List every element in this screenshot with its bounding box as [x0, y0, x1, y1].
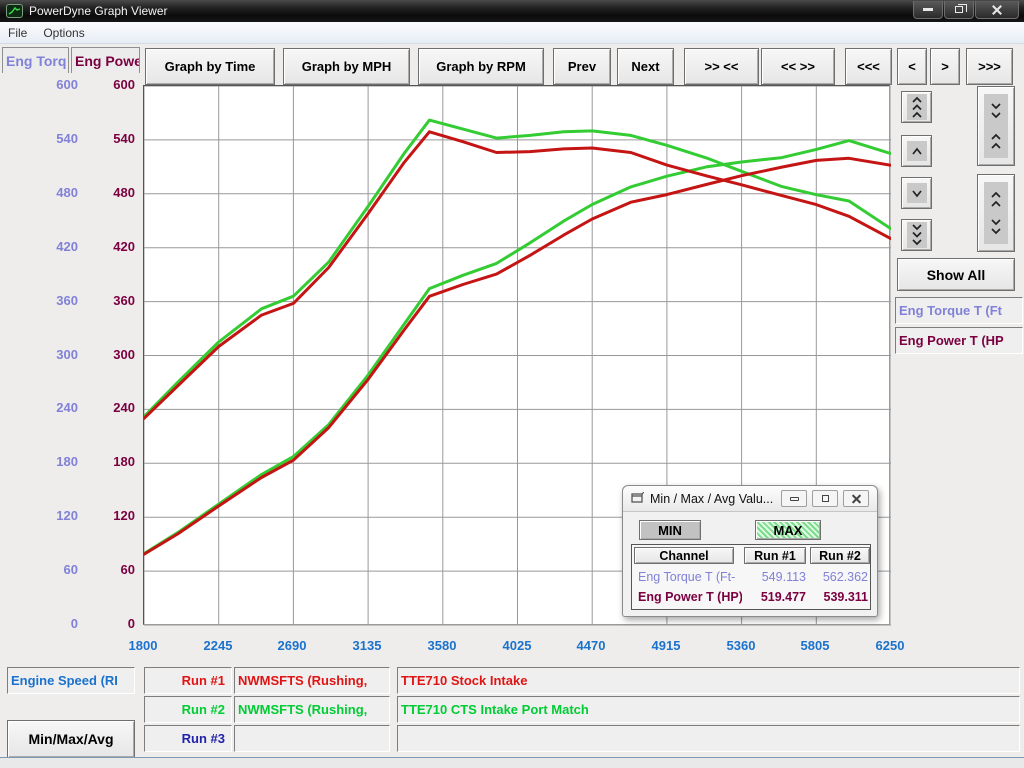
legend-eng-power[interactable]: Eng Power T (HP	[895, 327, 1023, 354]
x-tick-label: 6250	[876, 638, 905, 653]
x-tick-label: 5360	[727, 638, 756, 653]
max-toggle-button[interactable]: MAX	[755, 520, 821, 540]
zoom-out-x-button[interactable]: << >>	[761, 48, 835, 85]
compress-vertical-icon	[984, 94, 1008, 158]
minmax-table: Channel Run #1 Run #2 Eng Torque T (Ft- …	[631, 544, 871, 610]
minimize-icon	[923, 8, 933, 11]
scroll-right-button[interactable]: >	[930, 48, 960, 85]
close-button[interactable]	[975, 1, 1019, 19]
minmax-restore-button[interactable]	[812, 490, 838, 507]
restore-button[interactable]	[944, 1, 974, 19]
y-tick-label: 0	[67, 616, 135, 631]
run3-file-field[interactable]	[234, 725, 390, 752]
triple-chevron-up-icon	[907, 94, 927, 120]
zoom-out-y-button[interactable]	[977, 174, 1015, 252]
close-icon	[852, 494, 861, 503]
chevron-up-icon	[907, 141, 927, 161]
pan-down-button[interactable]	[901, 177, 932, 209]
app-icon	[6, 4, 23, 18]
y-tick-label: 180	[67, 454, 135, 469]
menu-options[interactable]: Options	[35, 24, 92, 42]
table-row-power-run1-max: 519.477	[744, 590, 806, 604]
run3-label: Run #3	[144, 725, 232, 752]
x-channel-selector[interactable]: Engine Speed (RI	[7, 667, 135, 694]
tab-eng-torque[interactable]: Eng Torq	[2, 47, 69, 73]
table-row-power-channel: Eng Power T (HP)	[638, 590, 742, 604]
table-row-torque-run2-max: 562.362	[810, 570, 868, 584]
y-tick-label: 540	[67, 131, 135, 146]
x-tick-label: 4025	[503, 638, 532, 653]
graph-by-mph-button[interactable]: Graph by MPH	[283, 48, 410, 85]
zoom-in-y-button[interactable]	[977, 86, 1015, 166]
column-header-channel[interactable]: Channel	[634, 547, 734, 564]
column-header-run1[interactable]: Run #1	[744, 547, 806, 564]
minmax-window-title: Min / Max / Avg Valu...	[650, 492, 773, 506]
y-tick-label: 420	[67, 239, 135, 254]
x-tick-label: 3135	[353, 638, 382, 653]
minmaxavg-button[interactable]: Min/Max/Avg	[7, 720, 135, 758]
minmax-window-icon	[631, 492, 644, 506]
x-tick-label: 5805	[801, 638, 830, 653]
prev-button[interactable]: Prev	[553, 48, 611, 85]
table-row-torque-run1-max: 549.113	[744, 570, 806, 584]
x-tick-label: 3580	[428, 638, 457, 653]
window-title: PowerDyne Graph Viewer	[29, 4, 168, 18]
window-titlebar[interactable]: PowerDyne Graph Viewer	[0, 0, 1024, 22]
x-tick-label: 1800	[129, 638, 158, 653]
show-all-button[interactable]: Show All	[897, 258, 1015, 291]
minimize-icon	[790, 497, 799, 501]
x-tick-label: 4915	[652, 638, 681, 653]
expand-vertical-icon	[984, 182, 1008, 244]
next-button[interactable]: Next	[617, 48, 674, 85]
minmax-minimize-button[interactable]	[781, 490, 807, 507]
minimize-button[interactable]	[913, 1, 943, 19]
table-row-power-run2-max: 539.311	[810, 590, 868, 604]
power-axis-tick-labels: 060120180240300360420480540600	[67, 85, 135, 625]
run2-label: Run #2	[144, 696, 232, 723]
run1-description-field[interactable]: TTE710 Stock Intake	[397, 667, 1020, 694]
y-tick-label: 60	[67, 562, 135, 577]
zoom-in-x-button[interactable]: >> <<	[684, 48, 759, 85]
x-tick-label: 2690	[278, 638, 307, 653]
scroll-far-left-button[interactable]: <<<	[845, 48, 892, 85]
scroll-left-button[interactable]: <	[897, 48, 927, 85]
graph-by-rpm-button[interactable]: Graph by RPM	[418, 48, 544, 85]
menu-file[interactable]: File	[0, 24, 35, 42]
scroll-far-right-button[interactable]: >>>	[966, 48, 1013, 85]
pan-down-fast-button[interactable]	[901, 219, 932, 251]
pan-up-button[interactable]	[901, 135, 932, 167]
legend-eng-torque[interactable]: Eng Torque T (Ft	[895, 297, 1023, 324]
run2-file-field[interactable]: NWMSFTS (Rushing,	[234, 696, 390, 723]
minmax-window: Min / Max / Avg Valu... MIN MAX Channel …	[622, 485, 878, 617]
y-tick-label: 240	[67, 400, 135, 415]
run2-description-field[interactable]: TTE710 CTS Intake Port Match	[397, 696, 1020, 723]
pan-up-fast-button[interactable]	[901, 91, 932, 123]
restore-icon	[955, 6, 963, 13]
y-tick-label: 480	[67, 185, 135, 200]
run1-file-field[interactable]: NWMSFTS (Rushing,	[234, 667, 390, 694]
x-tick-label: 4470	[577, 638, 606, 653]
run1-label: Run #1	[144, 667, 232, 694]
y-tick-label: 360	[67, 293, 135, 308]
tab-eng-power[interactable]: Eng Powe	[71, 47, 140, 73]
menubar: File Options	[0, 22, 1024, 44]
min-toggle-button[interactable]: MIN	[639, 520, 701, 540]
restore-icon	[822, 495, 829, 502]
status-bar	[0, 757, 1024, 768]
triple-chevron-down-icon	[907, 222, 927, 248]
x-tick-label: 2245	[204, 638, 233, 653]
y-tick-label: 120	[67, 508, 135, 523]
table-row-torque-channel: Eng Torque T (Ft-	[638, 570, 742, 584]
graph-by-time-button[interactable]: Graph by Time	[145, 48, 275, 85]
y-tick-label: 600	[67, 77, 135, 92]
close-icon	[992, 5, 1002, 15]
minmax-close-button[interactable]	[843, 490, 869, 507]
y-tick-label: 300	[67, 347, 135, 362]
column-header-run2[interactable]: Run #2	[810, 547, 870, 564]
x-axis-tick-labels: 1800224526903135358040254470491553605805…	[143, 638, 890, 658]
chevron-down-icon	[907, 183, 927, 203]
minmax-titlebar[interactable]: Min / Max / Avg Valu...	[623, 486, 877, 512]
run3-description-field[interactable]	[397, 725, 1020, 752]
